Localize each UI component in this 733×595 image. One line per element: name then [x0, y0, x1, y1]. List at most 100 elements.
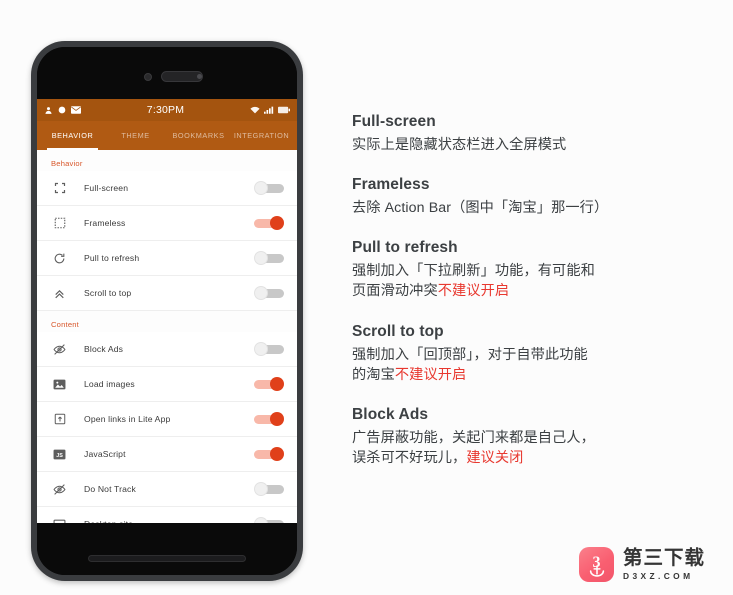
settings-row-open-links-in-lite-app[interactable]: Open links in Lite App	[37, 402, 297, 437]
note-line: 强制加入「回顶部」，对于自带此功能	[352, 345, 724, 365]
settings-row-full-screen[interactable]: Full-screen	[37, 171, 297, 206]
open-external-icon	[51, 411, 68, 428]
toggle-scroll-to-top[interactable]	[254, 285, 284, 301]
note-line: 的淘宝不建议开启	[352, 365, 724, 385]
mail-icon	[71, 106, 81, 114]
settings-row-block-ads[interactable]: Block Ads	[37, 332, 297, 367]
settings-row-pull-to-refresh[interactable]: Pull to refresh	[37, 241, 297, 276]
note-full-screen: Full-screen 实际上是隐藏状态栏进入全屏模式	[352, 113, 724, 155]
phone-screen-bezel: 7:30PM BEHAVIOR THEME BOOKMARKS INTEGRAT…	[37, 47, 297, 575]
settings-row-label: JavaScript	[84, 449, 126, 459]
status-bar: 7:30PM	[37, 99, 297, 121]
watermark-text: 第三下载 D3XZ.COM	[623, 547, 706, 581]
phone-display: 7:30PM BEHAVIOR THEME BOOKMARKS INTEGRAT…	[37, 99, 297, 523]
status-bar-clock: 7:30PM	[146, 104, 185, 116]
note-text: 误杀可不好玩儿，	[352, 450, 467, 467]
tab-bookmarks[interactable]: BOOKMARKS	[167, 121, 230, 150]
note-text: 强制加入「下拉刷新」功能，有可能和	[352, 263, 595, 280]
note-title: Scroll to top	[352, 322, 444, 340]
note-title: Pull to refresh	[352, 239, 458, 257]
settings-row-label: Full-screen	[84, 183, 129, 193]
fullscreen-icon	[51, 180, 68, 197]
note-frameless: Frameless 去除 Action Bar（图中「淘宝」那一行）	[352, 176, 724, 218]
wifi-icon	[250, 106, 260, 114]
section-header-behavior: Behavior	[51, 159, 83, 168]
toggle-full-screen[interactable]	[254, 180, 284, 196]
battery-icon	[278, 106, 290, 114]
note-highlight: 不建议开启	[394, 366, 467, 383]
note-pull-to-refresh: Pull to refresh 强制加入「下拉刷新」功能，有可能和 页面滑动冲突…	[352, 239, 724, 301]
settings-row-load-images[interactable]: Load images	[37, 367, 297, 402]
javascript-icon: JS	[51, 446, 68, 463]
image-icon	[51, 376, 68, 393]
note-scroll-to-top: Scroll to top 强制加入「回顶部」，对于自带此功能 的淘宝不建议开启	[352, 323, 724, 385]
eye-off-icon	[51, 481, 68, 498]
note-block-ads: Block Ads 广告屏蔽功能，关起门来都是自己人， 误杀可不好玩儿，建议关闭	[352, 406, 724, 468]
settings-row-label: Frameless	[84, 218, 126, 228]
eye-off-icon	[51, 341, 68, 358]
toggle-block-ads[interactable]	[254, 341, 284, 357]
phone-bottom-bezel	[37, 523, 297, 575]
note-text: 广告屏蔽功能，关起门来都是自己人，	[352, 429, 595, 446]
settings-row-javascript[interactable]: JS JavaScript	[37, 437, 297, 472]
settings-row-label: Pull to refresh	[84, 253, 140, 263]
note-line: 去除 Action Bar（图中「淘宝」那一行）	[352, 198, 724, 218]
note-text: 强制加入「回顶部」，对于自带此功能	[352, 346, 588, 363]
proximity-sensor-icon	[197, 74, 202, 79]
refresh-icon	[51, 250, 68, 267]
note-highlight: 不建议开启	[437, 283, 510, 300]
note-line: 误杀可不好玩儿，建议关闭	[352, 448, 724, 468]
toggle-do-not-track[interactable]	[254, 481, 284, 497]
phone-top-bezel	[37, 47, 297, 99]
note-line: 页面滑动冲突不建议开启	[352, 281, 724, 301]
settings-tab-bar[interactable]: BEHAVIOR THEME BOOKMARKS INTEGRATION	[37, 121, 297, 150]
watermark-title-cn: 第三下载	[623, 547, 706, 570]
tab-integration[interactable]: INTEGRATION	[230, 121, 293, 150]
note-title: Block Ads	[352, 405, 429, 423]
tab-behavior[interactable]: BEHAVIOR	[41, 121, 104, 150]
settings-row-label: Do Not Track	[84, 484, 136, 494]
site-watermark: 3 第三下载 D3XZ.COM	[579, 547, 705, 582]
watermark-logo-icon: 3	[579, 547, 614, 582]
phone-mockup: 7:30PM BEHAVIOR THEME BOOKMARKS INTEGRAT…	[31, 41, 303, 581]
settings-row-label: Load images	[84, 379, 135, 389]
signal-icon	[264, 106, 274, 114]
toggle-desktop-site[interactable]	[254, 516, 284, 523]
section-header-content: Content	[51, 320, 79, 329]
status-bar-indicators	[250, 106, 290, 114]
annotation-notes: Full-screen 实际上是隐藏状态栏进入全屏模式 Frameless 去除…	[352, 113, 724, 468]
settings-row-do-not-track[interactable]: Do Not Track	[37, 472, 297, 507]
note-title: Full-screen	[352, 113, 436, 130]
note-text: 实际上是隐藏状态栏进入全屏模式	[352, 137, 567, 153]
settings-list[interactable]: Behavior Full-screen Frameless Pull to r…	[37, 150, 297, 523]
screenshot-root: 7:30PM BEHAVIOR THEME BOOKMARKS INTEGRAT…	[0, 0, 733, 595]
toggle-load-images[interactable]	[254, 376, 284, 392]
settings-row-frameless[interactable]: Frameless	[37, 206, 297, 241]
tab-theme[interactable]: THEME	[104, 121, 167, 150]
settings-row-scroll-to-top[interactable]: Scroll to top	[37, 276, 297, 311]
note-highlight: 建议关闭	[466, 450, 524, 467]
double-chevron-up-icon	[51, 285, 68, 302]
note-line: 广告屏蔽功能，关起门来都是自己人，	[352, 428, 724, 448]
watermark-title-en: D3XZ.COM	[623, 570, 694, 581]
settings-row-label: Block Ads	[84, 344, 124, 354]
settings-row-label: Open links in Lite App	[84, 414, 171, 424]
front-camera-icon	[144, 73, 152, 81]
settings-row-desktop-site[interactable]: Desktop site	[37, 507, 297, 523]
note-line: 实际上是隐藏状态栏进入全屏模式	[352, 135, 724, 155]
note-line: 强制加入「下拉刷新」功能，有可能和	[352, 261, 724, 281]
toggle-open-links-in-lite-app[interactable]	[254, 411, 284, 427]
toggle-javascript[interactable]	[254, 446, 284, 462]
note-text: 去除 Action Bar（图中「淘宝」那一行）	[352, 200, 609, 217]
toggle-pull-to-refresh[interactable]	[254, 250, 284, 266]
note-text: 的淘宝	[352, 366, 395, 383]
svg-text:JS: JS	[56, 452, 63, 458]
note-title: Frameless	[352, 176, 430, 194]
dashed-square-icon	[51, 215, 68, 232]
settings-row-label: Scroll to top	[84, 288, 132, 298]
note-text: 页面滑动冲突	[352, 283, 438, 300]
download-anchor-icon	[589, 565, 604, 577]
toggle-frameless[interactable]	[254, 215, 284, 231]
desktop-icon	[51, 516, 68, 523]
home-button[interactable]	[88, 555, 246, 562]
